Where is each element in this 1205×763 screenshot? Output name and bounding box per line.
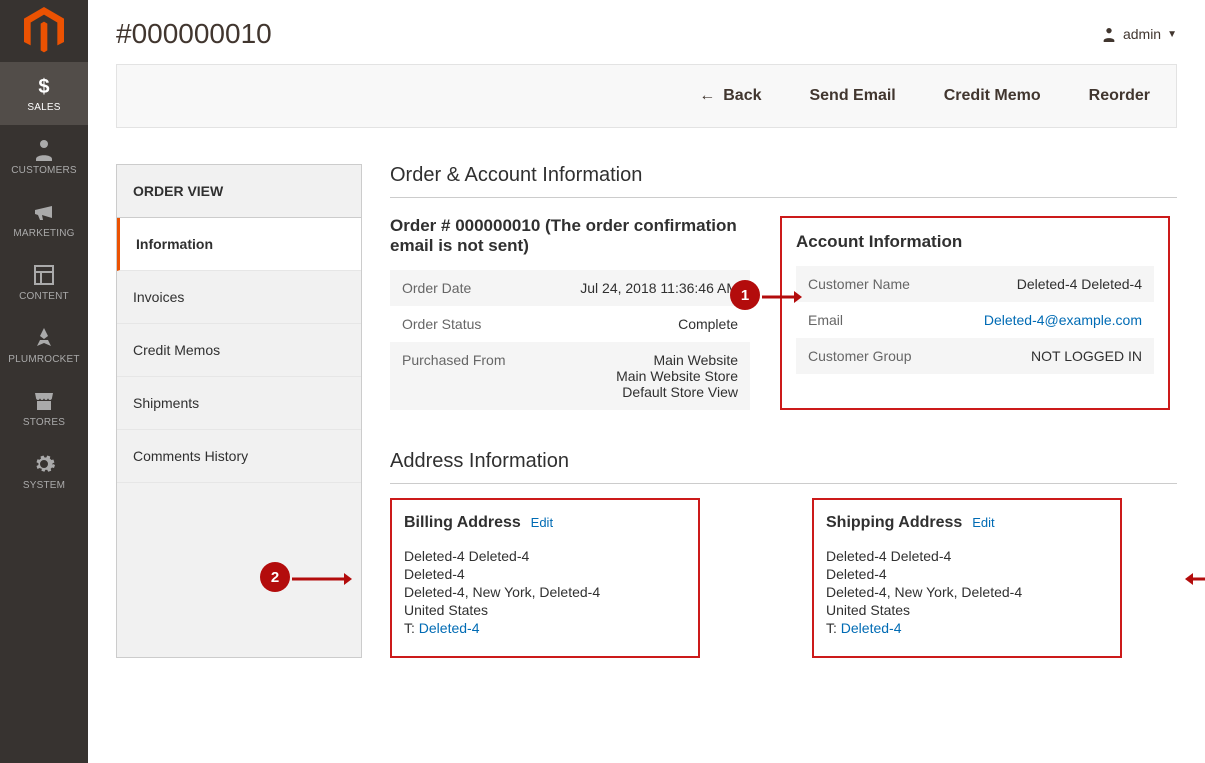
section-order-account-title: Order & Account Information [390,164,1177,198]
layout-icon [32,263,56,287]
credit-memo-button[interactable]: Credit Memo [944,87,1041,105]
order-subheading: Order # 000000010 (The order confirmatio… [390,216,750,256]
nav-label: CUSTOMERS [11,165,77,176]
shipping-phone-link[interactable]: Deleted-4 [841,620,902,636]
kv-value: Complete [678,316,738,332]
kv-label: Purchased From [402,352,505,400]
order-view-heading: ORDER VIEW [117,165,361,218]
order-info-table: Order Date Jul 24, 2018 11:36:46 AM Orde… [390,270,750,410]
account-info-box: Account Information Customer Name Delete… [780,216,1170,410]
annotation-badge-1: 1 [730,280,760,310]
kv-label: Order Status [402,316,481,332]
tab-shipments[interactable]: Shipments [117,377,361,430]
nav-plumrocket[interactable]: PLUMROCKET [0,314,88,377]
addr-line: United States [826,602,1108,618]
rocket-icon [32,326,56,350]
arrow-left-icon: ← [699,87,715,105]
nav-label: MARKETING [13,228,74,239]
kv-value: Jul 24, 2018 11:36:46 AM [580,280,738,296]
shipping-edit-link[interactable]: Edit [972,515,994,530]
addr-line: Deleted-4, New York, Deleted-4 [404,584,686,600]
svg-text:$: $ [38,76,49,98]
nav-system[interactable]: SYSTEM [0,440,88,503]
gear-icon [32,452,56,476]
tab-comments-history[interactable]: Comments History [117,430,361,483]
kv-value: Main Website Main Website Store Default … [616,352,738,400]
person-icon [32,137,56,161]
kv-value: Deleted-4 Deleted-4 [1017,276,1142,292]
annotation-arrow-icon [762,290,802,304]
nav-content[interactable]: CONTENT [0,251,88,314]
nav-label: STORES [23,417,65,428]
back-label: Back [723,87,761,105]
addr-line: Deleted-4 [404,566,686,582]
addr-phone: T: Deleted-4 [826,620,1108,636]
tab-credit-memos[interactable]: Credit Memos [117,324,361,377]
shipping-address-box: Shipping Address Edit Deleted-4 Deleted-… [812,498,1122,658]
admin-sidenav: $ SALES CUSTOMERS MARKETING CONTENT PLUM… [0,0,88,763]
phone-prefix: T: [404,620,419,636]
account-username: admin [1123,26,1161,42]
billing-title: Billing Address [404,514,521,531]
annotation-badge-2: 2 [260,562,290,592]
account-subheading: Account Information [796,232,1154,252]
nav-label: SYSTEM [23,480,65,491]
kv-label: Order Date [402,280,471,296]
account-info-table: Customer Name Deleted-4 Deleted-4 Email … [796,266,1154,374]
nav-marketing[interactable]: MARKETING [0,188,88,251]
addr-line: Deleted-4 Deleted-4 [826,548,1108,564]
addr-line: Deleted-4 Deleted-4 [404,548,686,564]
annotation-arrow-icon [1185,572,1205,586]
section-address-title: Address Information [390,450,1177,484]
send-email-button[interactable]: Send Email [809,87,895,105]
addr-line: Deleted-4 [826,566,1108,582]
addr-line: Deleted-4, New York, Deleted-4 [826,584,1108,600]
nav-label: PLUMROCKET [8,354,79,365]
billing-address-box: Billing Address Edit Deleted-4 Deleted-4… [390,498,700,658]
reorder-button[interactable]: Reorder [1089,87,1150,105]
addr-line: United States [404,602,686,618]
nav-stores[interactable]: STORES [0,377,88,440]
chevron-down-icon: ▼ [1167,29,1177,40]
nav-label: CONTENT [19,291,69,302]
phone-prefix: T: [826,620,841,636]
kv-value: NOT LOGGED IN [1031,348,1142,364]
kv-label: Email [808,312,843,328]
nav-label: SALES [27,102,60,113]
annotation-arrow-icon [292,572,352,586]
nav-customers[interactable]: CUSTOMERS [0,125,88,188]
user-icon [1101,26,1117,42]
tab-invoices[interactable]: Invoices [117,271,361,324]
megaphone-icon [32,200,56,224]
action-bar: ← Back Send Email Credit Memo Reorder [116,64,1177,128]
page-title: #000000010 [116,18,272,50]
billing-edit-link[interactable]: Edit [531,515,553,530]
addr-phone: T: Deleted-4 [404,620,686,636]
shipping-title: Shipping Address [826,514,962,531]
dollar-icon: $ [32,74,56,98]
store-icon [32,389,56,413]
kv-label: Customer Group [808,348,911,364]
account-menu[interactable]: admin ▼ [1101,26,1177,42]
kv-label: Customer Name [808,276,910,292]
tab-information[interactable]: Information [117,218,361,271]
billing-phone-link[interactable]: Deleted-4 [419,620,480,636]
customer-email-link[interactable]: Deleted-4@example.com [984,312,1142,328]
back-button[interactable]: ← Back [699,87,761,105]
magento-logo-icon [24,10,64,50]
nav-sales[interactable]: $ SALES [0,62,88,125]
